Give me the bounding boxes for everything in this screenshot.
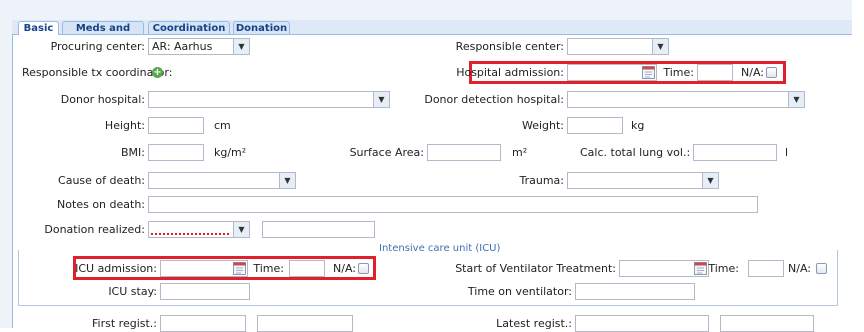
calendar-icon[interactable] [233,262,246,275]
start-ventilator-time-label: Time: [708,262,739,275]
icu-stay-field[interactable] [160,283,250,300]
hospital-admission-na-label: N/A: [741,66,764,79]
procuring-center-combo[interactable]: AR: Aarhus ▼ [148,38,250,55]
tab-bar: Basic Meds and labs Coordination Donatio… [12,20,852,47]
spellcheck-underline [151,233,231,235]
donor-hospital-combo[interactable]: ▼ [148,91,390,108]
weight-label: Weight: [521,119,564,132]
donor-hospital-label: Donor hospital: [60,93,145,106]
weight-unit: kg [631,119,645,132]
tab-coordination[interactable]: Coordination [148,21,230,34]
calc-total-lung-vol-label: Calc. total lung vol.: [580,146,691,159]
time-on-ventilator-field[interactable] [575,283,695,300]
icu-admission-label: ICU admission: [75,262,157,275]
icu-admission-na-label: N/A: [333,262,356,275]
surface-area-field[interactable] [427,144,501,161]
start-ventilator-label: Start of Ventilator Treatment: [455,262,616,275]
bmi-field[interactable] [148,144,204,161]
chevron-down-icon[interactable]: ▼ [233,222,249,237]
tab-basic[interactable]: Basic [18,21,59,35]
donation-realized-combo[interactable]: ▼ [148,221,250,238]
bmi-label: BMI: [121,146,145,159]
latest-regist-date-field[interactable] [575,315,709,332]
chevron-down-icon[interactable]: ▼ [702,173,718,188]
notes-on-death-label: Notes on death: [57,198,145,211]
first-regist-label: First regist.: [92,317,157,330]
height-label: Height: [104,119,145,132]
chevron-down-icon[interactable]: ▼ [279,173,295,188]
hospital-admission-time-label: Time: [663,66,694,79]
start-ventilator-na-label: N/A: [788,262,811,275]
time-on-ventilator-label: Time on ventilator: [467,285,572,298]
height-unit: cm [214,119,231,132]
start-ventilator-date-field[interactable] [619,260,709,277]
donor-detection-hospital-label: Donor detection hospital: [424,93,564,106]
donation-realized-extra-field[interactable] [262,221,375,238]
height-field[interactable] [148,117,204,134]
latest-regist-label: Latest regist.: [496,317,572,330]
weight-field[interactable] [567,117,623,134]
start-ventilator-na-checkbox[interactable] [816,263,827,274]
add-icon[interactable]: + [152,67,163,78]
calendar-icon[interactable] [642,66,655,79]
calc-total-lung-vol-field[interactable] [693,144,777,161]
hospital-admission-time-field[interactable] [697,64,733,81]
bmi-unit: kg/m² [214,146,247,159]
icu-admission-date-field[interactable] [160,260,248,277]
icu-stay-label: ICU stay: [108,285,157,298]
start-ventilator-time-field[interactable] [748,260,784,277]
chevron-down-icon[interactable]: ▼ [788,92,804,107]
icu-admission-time-field[interactable] [289,260,325,277]
chevron-down-icon[interactable]: ▼ [373,92,389,107]
icu-section-title: Intensive care unit (ICU) [376,243,504,255]
responsible-tx-coordinator-label: Responsible tx coordinator: [22,66,173,79]
chevron-down-icon[interactable]: ▼ [233,39,249,54]
cause-of-death-label: Cause of death: [58,174,145,187]
hospital-admission-na-checkbox[interactable] [766,67,777,78]
hospital-admission-label: Hospital admission: [456,66,564,79]
donor-detection-hospital-combo[interactable]: ▼ [567,91,805,108]
icu-admission-na-checkbox[interactable] [358,263,369,274]
notes-on-death-field[interactable] [148,196,758,213]
first-regist-time-field[interactable] [257,315,353,332]
hospital-admission-date-field[interactable] [567,64,657,81]
cause-of-death-combo[interactable]: ▼ [148,172,296,189]
surface-area-unit: m² [512,146,528,159]
responsible-center-combo[interactable]: ▼ [567,38,669,55]
latest-regist-time-field[interactable] [720,315,814,332]
calc-total-lung-vol-unit: l [785,146,789,159]
donation-realized-label: Donation realized: [44,223,145,236]
procuring-center-label: Procuring center: [50,40,145,53]
first-regist-date-field[interactable] [160,315,246,332]
trauma-combo[interactable]: ▼ [567,172,719,189]
tab-meds-and-labs[interactable]: Meds and labs [62,21,144,47]
chevron-down-icon[interactable]: ▼ [652,39,668,54]
surface-area-label: Surface Area: [349,146,424,159]
responsible-center-label: Responsible center: [455,40,564,53]
procuring-center-value: AR: Aarhus [152,40,213,53]
tab-donation[interactable]: Donation [233,21,290,34]
icu-admission-time-label: Time: [253,262,284,275]
trauma-label: Trauma: [519,174,565,187]
